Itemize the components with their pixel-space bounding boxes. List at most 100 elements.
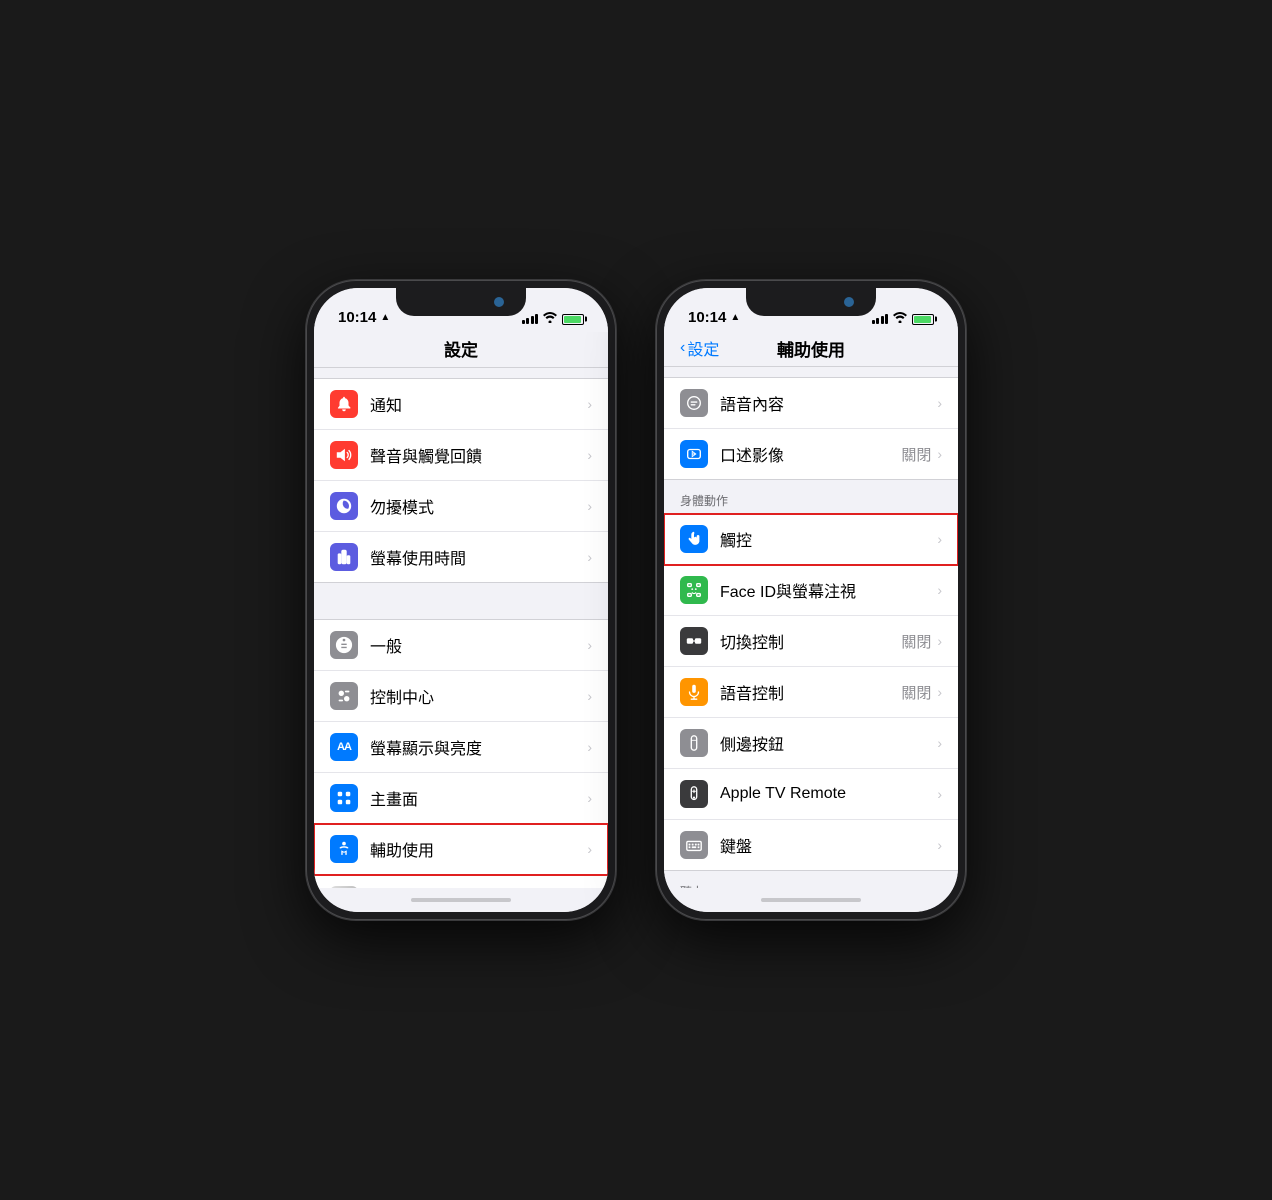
- chevron-homescreen: ›: [587, 790, 592, 806]
- nav-bar-2: ‹ 設定 輔助使用: [664, 332, 958, 367]
- label-audiodesc: 口述影像: [720, 442, 901, 466]
- camera-dot-1: [494, 297, 504, 307]
- icon-wallpaper: [330, 886, 358, 888]
- label-controlcenter: 控制中心: [370, 684, 587, 708]
- icon-homescreen: [330, 784, 358, 812]
- row-switchcontrol[interactable]: 切換控制 關閉 ›: [664, 616, 958, 667]
- label-speechcontent: 語音內容: [720, 391, 937, 415]
- icon-general: [330, 631, 358, 659]
- icon-donotdisturb: [330, 492, 358, 520]
- label-touch: 觸控: [720, 527, 937, 551]
- label-screentime: 螢幕使用時間: [370, 545, 587, 569]
- label-voicecontrol: 語音控制: [720, 680, 901, 704]
- row-audiodesc[interactable]: 口述影像 關閉 ›: [664, 429, 958, 479]
- chevron-sound: ›: [587, 447, 592, 463]
- row-sidebutton[interactable]: 側邊按鈕 ›: [664, 718, 958, 769]
- nav-title-1: 設定: [444, 341, 478, 360]
- chevron-appletvremote: ›: [937, 786, 942, 802]
- row-homescreen[interactable]: 主畫面 ›: [314, 773, 608, 824]
- notch-2: [746, 288, 876, 316]
- chevron-keyboard: ›: [937, 837, 942, 853]
- row-sound[interactable]: 聲音與觸覺回饋 ›: [314, 430, 608, 481]
- battery-icon-2: [912, 314, 934, 325]
- section-label-hearing: 聽力: [664, 877, 958, 888]
- time-2: 10:14 ▲: [688, 309, 740, 326]
- chevron-accessibility: ›: [587, 841, 592, 857]
- group-body: 觸控 › Face ID與螢幕注視 › 切換控制 關: [664, 513, 958, 871]
- value-voicecontrol: 關閉: [901, 682, 931, 703]
- chevron-speechcontent: ›: [937, 395, 942, 411]
- back-label: 設定: [687, 336, 719, 360]
- row-controlcenter[interactable]: 控制中心 ›: [314, 671, 608, 722]
- icon-touch: [680, 525, 708, 553]
- row-wallpaper[interactable]: 背景圖片 ›: [314, 875, 608, 888]
- chevron-donotdisturb: ›: [587, 498, 592, 514]
- row-display[interactable]: AA 螢幕顯示與亮度 ›: [314, 722, 608, 773]
- wifi-icon-1: [543, 312, 557, 326]
- spacer-1: [314, 583, 608, 619]
- chevron-screentime: ›: [587, 549, 592, 565]
- location-arrow-1: ▲: [380, 312, 390, 323]
- icon-display: AA: [330, 733, 358, 761]
- chevron-controlcenter: ›: [587, 688, 592, 704]
- group-notifications: 通知 › 聲音與觸覺回饋 › 勿擾模式 ›: [314, 378, 608, 583]
- row-speechcontent[interactable]: 語音內容 ›: [664, 378, 958, 429]
- chevron-notifications: ›: [587, 396, 592, 412]
- label-homescreen: 主畫面: [370, 786, 587, 810]
- icon-appletvremote: [680, 780, 708, 808]
- icon-faceidscreen: [680, 576, 708, 604]
- label-sound: 聲音與觸覺回饋: [370, 443, 587, 467]
- wifi-icon-2: [893, 312, 907, 326]
- nav-bar-1: 設定: [314, 332, 608, 368]
- group-general: 一般 › 控制中心 › AA 螢幕顯示與亮度 ›: [314, 619, 608, 888]
- scroll-content-2[interactable]: 語音內容 › 口述影像 關閉 › 身體動作: [664, 367, 958, 888]
- icon-notifications: [330, 390, 358, 418]
- label-notifications: 通知: [370, 392, 587, 416]
- label-switchcontrol: 切換控制: [720, 629, 901, 653]
- label-display: 螢幕顯示與亮度: [370, 735, 587, 759]
- home-indicator-2: [761, 898, 861, 902]
- back-button[interactable]: ‹ 設定: [680, 336, 719, 360]
- label-keyboard: 鍵盤: [720, 833, 937, 857]
- home-indicator-1: [411, 898, 511, 902]
- home-bar-2: [664, 888, 958, 912]
- icon-speechcontent: [680, 389, 708, 417]
- row-voicecontrol[interactable]: 語音控制 關閉 ›: [664, 667, 958, 718]
- icon-accessibility: [330, 835, 358, 863]
- chevron-audiodesc: ›: [937, 446, 942, 462]
- row-appletvremote[interactable]: Apple TV Remote ›: [664, 769, 958, 820]
- chevron-sidebutton: ›: [937, 735, 942, 751]
- label-accessibility: 輔助使用: [370, 837, 587, 861]
- row-touch[interactable]: 觸控 ›: [664, 514, 958, 565]
- signal-2: [872, 314, 889, 324]
- icon-voicecontrol: [680, 678, 708, 706]
- label-faceidscreen: Face ID與螢幕注視: [720, 578, 937, 602]
- chevron-display: ›: [587, 739, 592, 755]
- icon-screentime: [330, 543, 358, 571]
- value-audiodesc: 關閉: [901, 444, 931, 465]
- row-accessibility[interactable]: 輔助使用 ›: [314, 824, 608, 875]
- chevron-faceidscreen: ›: [937, 582, 942, 598]
- nav-title-2: 輔助使用: [777, 336, 845, 361]
- icon-keyboard: [680, 831, 708, 859]
- icon-audiodesc: [680, 440, 708, 468]
- status-icons-2: [872, 312, 935, 326]
- back-chevron: ‹: [680, 339, 685, 357]
- row-keyboard[interactable]: 鍵盤 ›: [664, 820, 958, 870]
- row-faceidscreen[interactable]: Face ID與螢幕注視 ›: [664, 565, 958, 616]
- row-donotdisturb[interactable]: 勿擾模式 ›: [314, 481, 608, 532]
- row-screentime[interactable]: 螢幕使用時間 ›: [314, 532, 608, 582]
- icon-controlcenter: [330, 682, 358, 710]
- row-general[interactable]: 一般 ›: [314, 620, 608, 671]
- icon-switchcontrol: [680, 627, 708, 655]
- section-label-body: 身體動作: [664, 486, 958, 513]
- phone-1: 10:14 ▲ 設定: [306, 280, 616, 920]
- location-arrow-2: ▲: [730, 312, 740, 323]
- status-icons-1: [522, 312, 585, 326]
- phone-2: 10:14 ▲ ‹ 設定: [656, 280, 966, 920]
- chevron-touch: ›: [937, 531, 942, 547]
- row-notifications[interactable]: 通知 ›: [314, 379, 608, 430]
- chevron-voicecontrol: ›: [937, 684, 942, 700]
- scroll-content-1[interactable]: 通知 › 聲音與觸覺回饋 › 勿擾模式 ›: [314, 368, 608, 888]
- chevron-switchcontrol: ›: [937, 633, 942, 649]
